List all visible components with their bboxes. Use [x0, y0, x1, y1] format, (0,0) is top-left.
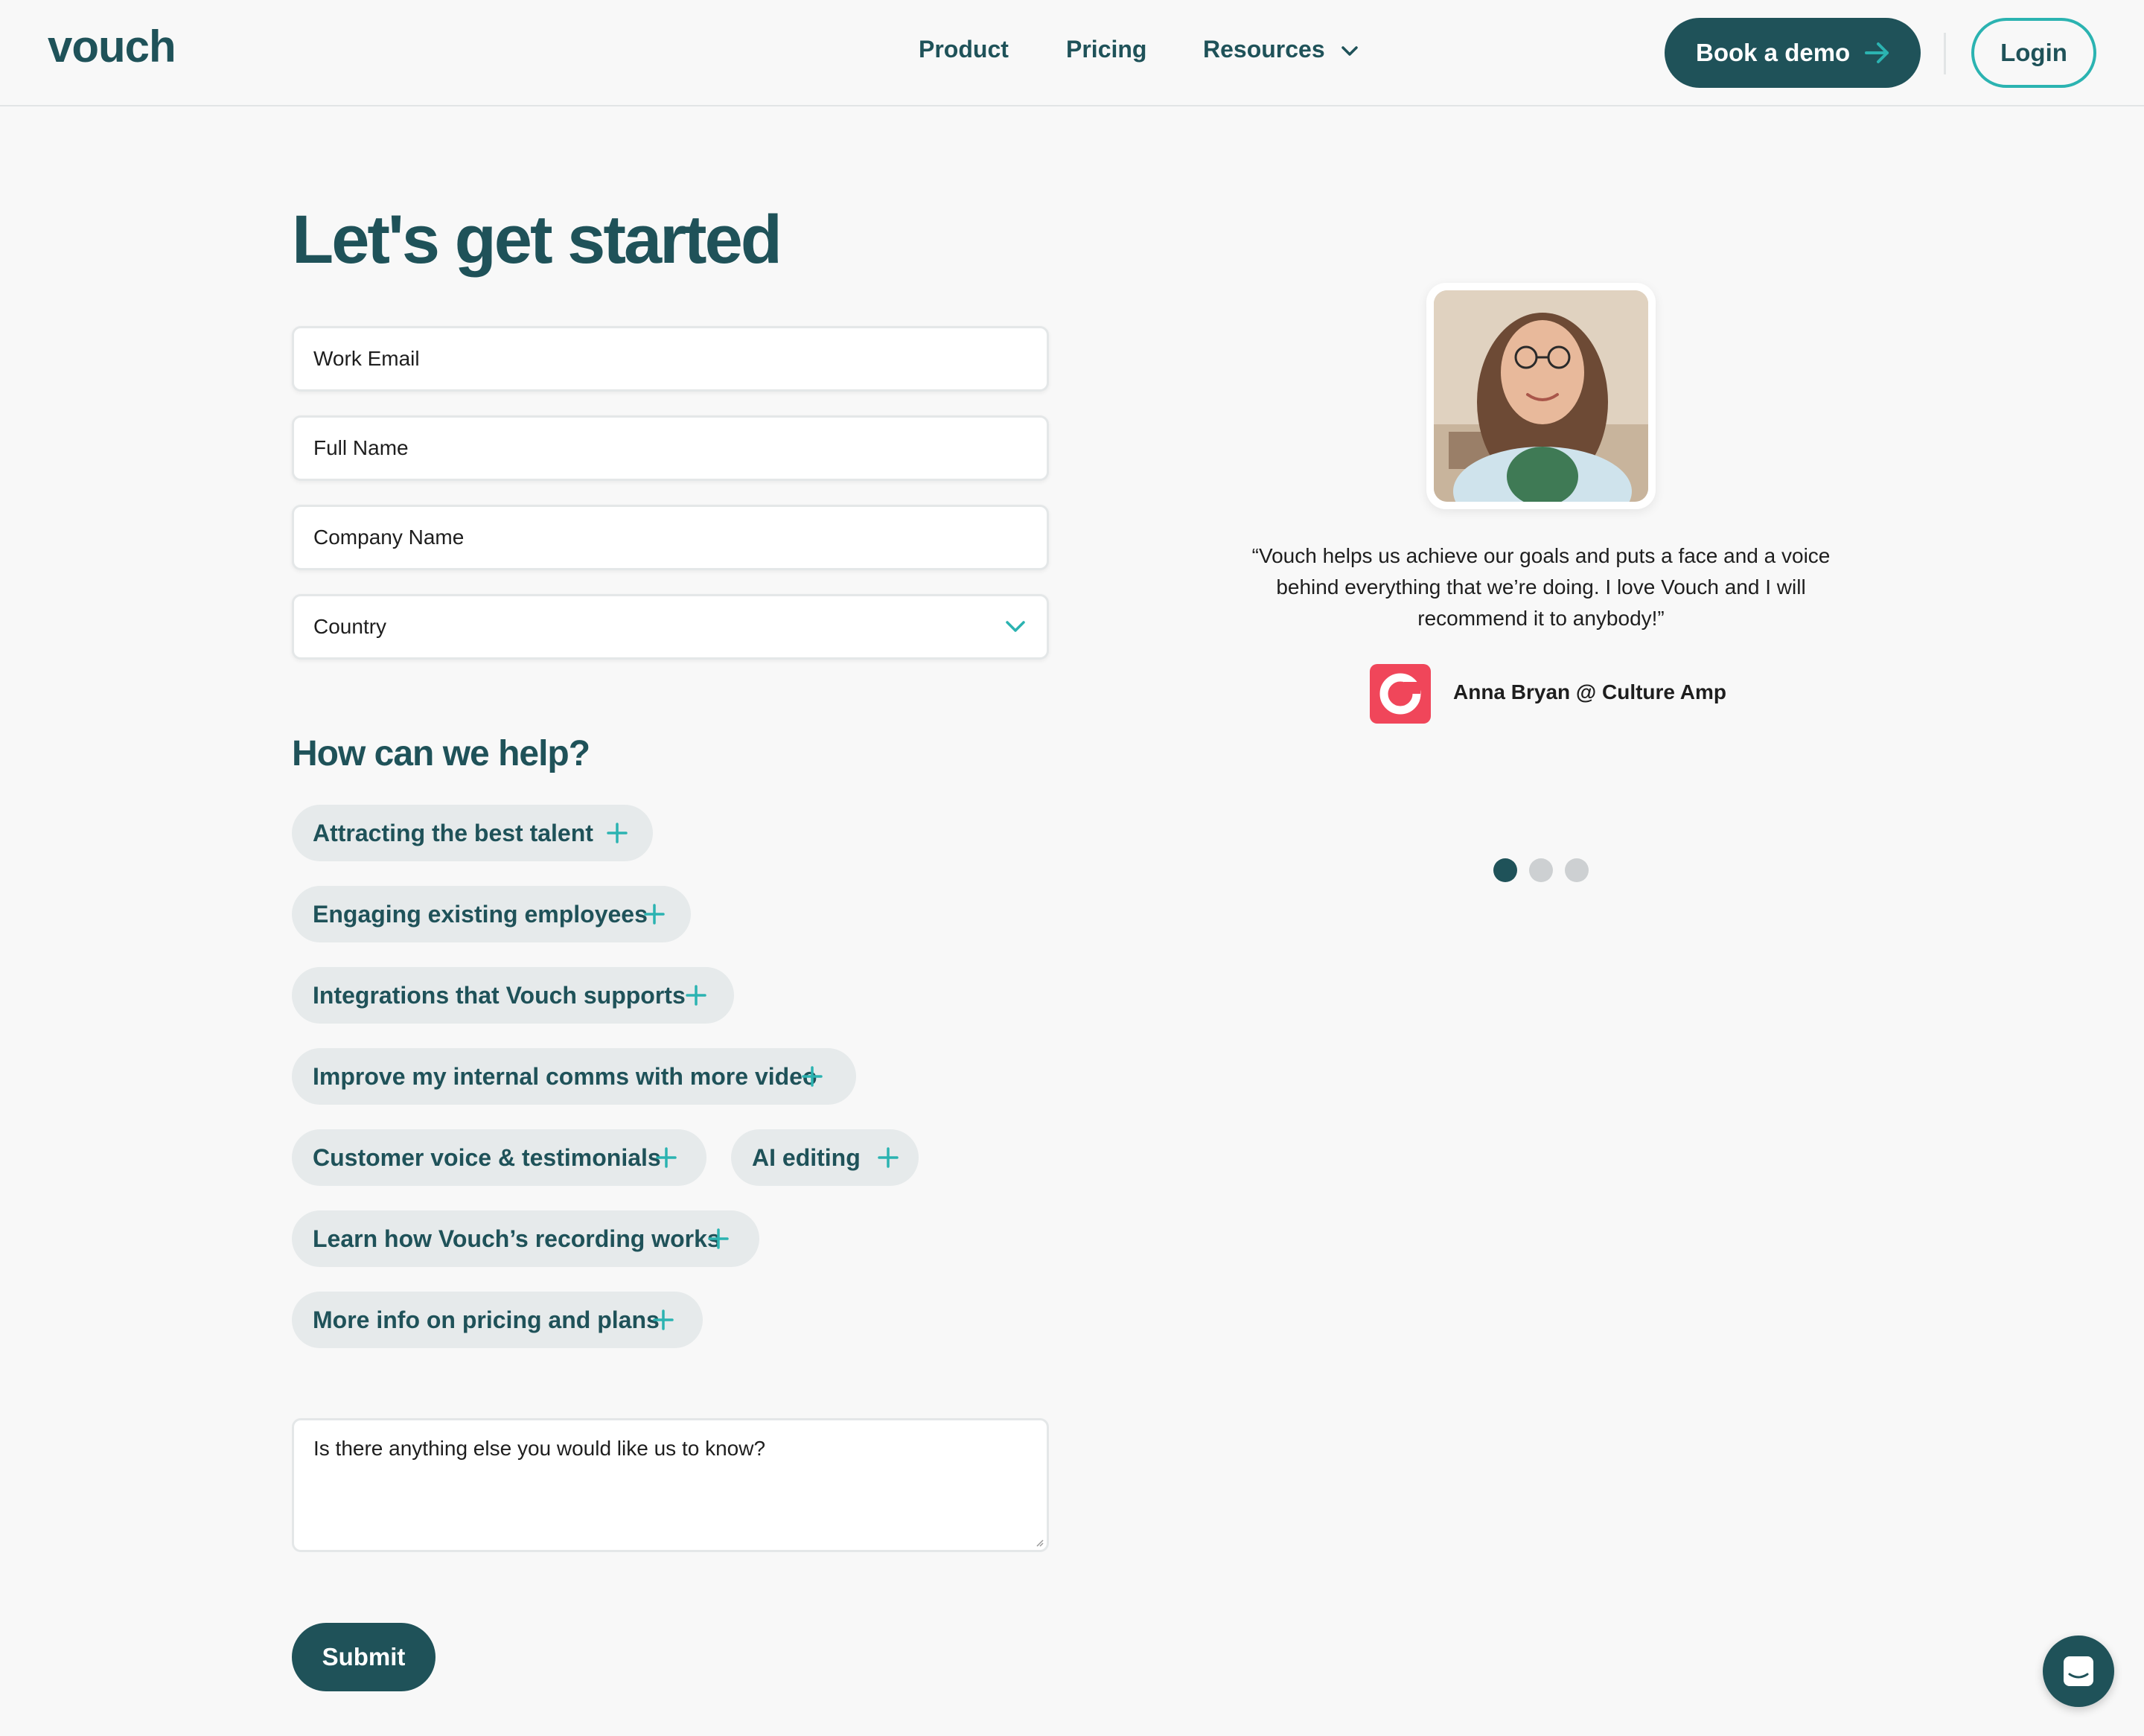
option-chip-label: Engaging existing employees — [313, 900, 648, 928]
site-header: vouch Product Pricing Resources Book a d… — [0, 0, 2144, 106]
vouch-logo[interactable]: vouch — [48, 21, 176, 72]
testimonial-quote: “Vouch helps us achieve our goals and pu… — [1251, 544, 1831, 630]
chevron-down-icon — [1006, 621, 1025, 632]
option-chip-attracting-talent[interactable]: Attracting the best talent — [292, 805, 653, 861]
option-chip-recording-works[interactable]: Learn how Vouch’s recording works — [292, 1210, 759, 1267]
carousel-dot-3[interactable] — [1565, 858, 1589, 882]
help-heading: How can we help? — [292, 734, 590, 773]
submit-button[interactable]: Submit — [292, 1623, 436, 1691]
full-name-field[interactable] — [292, 415, 1049, 481]
work-email-field[interactable] — [292, 326, 1049, 392]
option-chip-internal-comms[interactable]: Improve my internal comms with more vide… — [292, 1048, 856, 1105]
testimonial-video-card[interactable] — [1426, 283, 1656, 509]
message-textarea[interactable] — [294, 1420, 1047, 1550]
option-chip-engaging-employees[interactable]: Engaging existing employees — [292, 886, 691, 942]
option-chip-label: More info on pricing and plans — [313, 1306, 660, 1333]
option-chip-ai-editing[interactable]: AI editing — [731, 1129, 919, 1186]
full-name-input[interactable] — [294, 418, 1047, 479]
book-demo-label: Book a demo — [1696, 39, 1851, 66]
plus-icon — [686, 985, 706, 1006]
plus-icon — [653, 1309, 674, 1330]
nav-resources-label: Resources — [1203, 36, 1325, 63]
nav-resources[interactable]: Resources — [1203, 36, 1359, 63]
carousel-dot-2[interactable] — [1529, 858, 1553, 882]
carousel-dot-1-active[interactable] — [1493, 858, 1517, 882]
culture-amp-logo-icon — [1370, 664, 1431, 724]
plus-icon — [878, 1147, 899, 1168]
login-button[interactable]: Login — [1971, 18, 2096, 88]
page-title: Let's get started — [292, 202, 782, 278]
plus-icon — [802, 1066, 823, 1087]
option-chip-label: Attracting the best talent — [313, 819, 593, 846]
header-divider — [1944, 33, 1946, 74]
plus-icon — [708, 1228, 729, 1249]
testimonial-author: Anna Bryan @ Culture Amp — [1453, 680, 1726, 703]
country-select-label: Country — [313, 615, 387, 638]
nav-pricing[interactable]: Pricing — [1066, 36, 1146, 63]
testimonial-photo — [1434, 290, 1648, 502]
company-name-field[interactable] — [292, 505, 1049, 570]
option-chip-label: Customer voice & testimonials — [313, 1143, 661, 1171]
option-chip-pricing-plans[interactable]: More info on pricing and plans — [292, 1292, 703, 1348]
country-select[interactable]: Country — [292, 594, 1049, 660]
work-email-input[interactable] — [294, 328, 1047, 389]
chevron-down-icon — [1341, 45, 1358, 56]
option-chip-integrations[interactable]: Integrations that Vouch supports — [292, 967, 734, 1024]
resize-handle-icon[interactable] — [1035, 1538, 1044, 1547]
plus-icon — [607, 823, 628, 843]
nav-product[interactable]: Product — [919, 36, 1009, 63]
company-name-input[interactable] — [294, 507, 1047, 568]
option-chip-label: Improve my internal comms with more vide… — [313, 1062, 817, 1090]
arrow-right-icon — [1865, 42, 1889, 63]
option-chip-label: Learn how Vouch’s recording works — [313, 1225, 721, 1252]
book-demo-button[interactable]: Book a demo — [1665, 18, 1921, 88]
option-chip-label: AI editing — [752, 1143, 861, 1171]
chat-icon — [2064, 1656, 2093, 1686]
person-portrait-image — [1434, 290, 1648, 502]
plus-icon — [644, 904, 665, 925]
plus-icon — [656, 1147, 677, 1168]
option-chip-customer-voice[interactable]: Customer voice & testimonials — [292, 1129, 706, 1186]
message-field[interactable] — [292, 1418, 1049, 1552]
chat-launcher-button[interactable] — [2043, 1636, 2114, 1707]
option-chip-label: Integrations that Vouch supports — [313, 981, 686, 1009]
